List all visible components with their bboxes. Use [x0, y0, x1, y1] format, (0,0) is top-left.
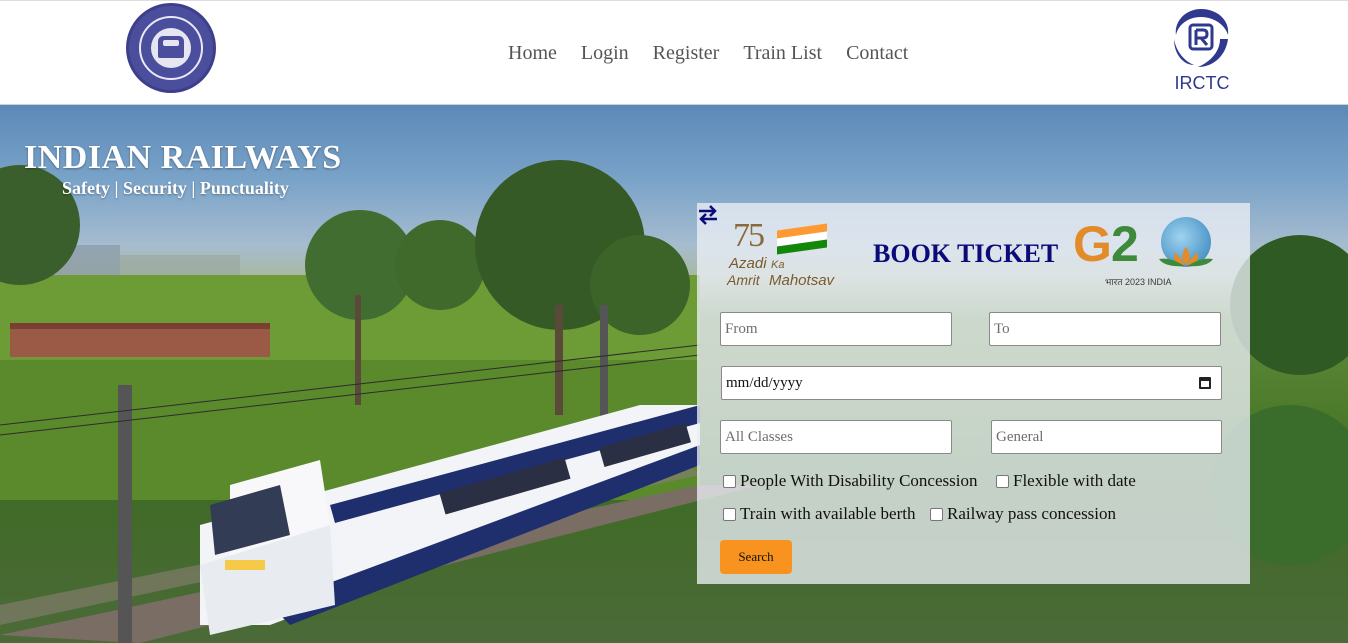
quota-select[interactable]: General [991, 420, 1222, 454]
swap-arrows-icon[interactable] [697, 203, 719, 227]
book-ticket-title: BOOK TICKET [873, 239, 1059, 268]
flexible-date-option[interactable]: Flexible with date [996, 471, 1136, 491]
railway-pass-option[interactable]: Railway pass concession [930, 504, 1116, 524]
from-station-input[interactable]: From [720, 312, 952, 346]
azadi-75: 75 [733, 217, 765, 254]
g20-caption: भारत 2023 INDIA [1105, 277, 1172, 287]
azadi-word-3: Amrit [727, 272, 760, 288]
to-station-input[interactable]: To [989, 312, 1221, 346]
g20-letter-g: G [1073, 216, 1112, 272]
flag-icon [777, 223, 827, 255]
indian-railways-logo[interactable] [126, 3, 216, 93]
azadi-word-2: Ka [771, 259, 785, 271]
disability-concession-option[interactable]: People With Disability Concession [723, 471, 977, 491]
irctc-logo[interactable]: IRCTC [1164, 3, 1240, 95]
lotus-icon [1159, 247, 1213, 267]
railway-pass-label: Railway pass concession [947, 504, 1117, 523]
main-nav: Home Login Register Train List Contact [508, 42, 908, 65]
logo-train-icon [158, 36, 184, 58]
g20-logo: G 2 भारत 2023 INDIA [1073, 215, 1215, 291]
available-berth-checkbox[interactable] [723, 507, 736, 521]
journey-date-input[interactable]: mm/dd/yyyy [721, 366, 1222, 400]
hero-title: INDIAN RAILWAYS [24, 139, 342, 176]
nav-login[interactable]: Login [581, 42, 629, 65]
azadi-word-1: Azadi [729, 255, 767, 272]
book-ticket-panel: 75 Azadi Ka Amrit Mahotsav BOOK TICKET G… [697, 203, 1250, 584]
disability-concession-label: People With Disability Concession [740, 471, 978, 490]
nav-contact[interactable]: Contact [846, 42, 908, 65]
hero-subtitle: Safety | Security | Punctuality [62, 178, 289, 198]
g20-digit-2: 2 [1111, 216, 1139, 272]
disability-concession-checkbox[interactable] [723, 474, 736, 488]
irctc-label: IRCTC [1174, 73, 1230, 93]
search-button[interactable]: Search [720, 540, 792, 574]
site-header: Home Login Register Train List Contact I… [0, 0, 1348, 105]
date-placeholder: mm/dd/yyyy [726, 374, 803, 391]
irctc-swirl-icon [1174, 9, 1229, 67]
nav-train-list[interactable]: Train List [743, 42, 822, 65]
class-select[interactable]: All Classes [720, 420, 952, 454]
azadi-word-4: Mahotsav [769, 272, 835, 289]
available-berth-option[interactable]: Train with available berth [723, 504, 915, 524]
flexible-date-checkbox[interactable] [996, 474, 1009, 488]
calendar-icon[interactable] [1199, 377, 1211, 389]
railway-pass-checkbox[interactable] [930, 507, 943, 521]
nav-home[interactable]: Home [508, 42, 557, 65]
azadi-ka-amrit-mahotsav-logo: 75 Azadi Ka Amrit Mahotsav [727, 217, 857, 289]
flexible-date-label: Flexible with date [1013, 471, 1136, 490]
hero-banner: INDIAN RAILWAYS Safety | Security | Punc… [0, 105, 1348, 643]
nav-register[interactable]: Register [653, 42, 720, 65]
available-berth-label: Train with available berth [740, 504, 916, 523]
